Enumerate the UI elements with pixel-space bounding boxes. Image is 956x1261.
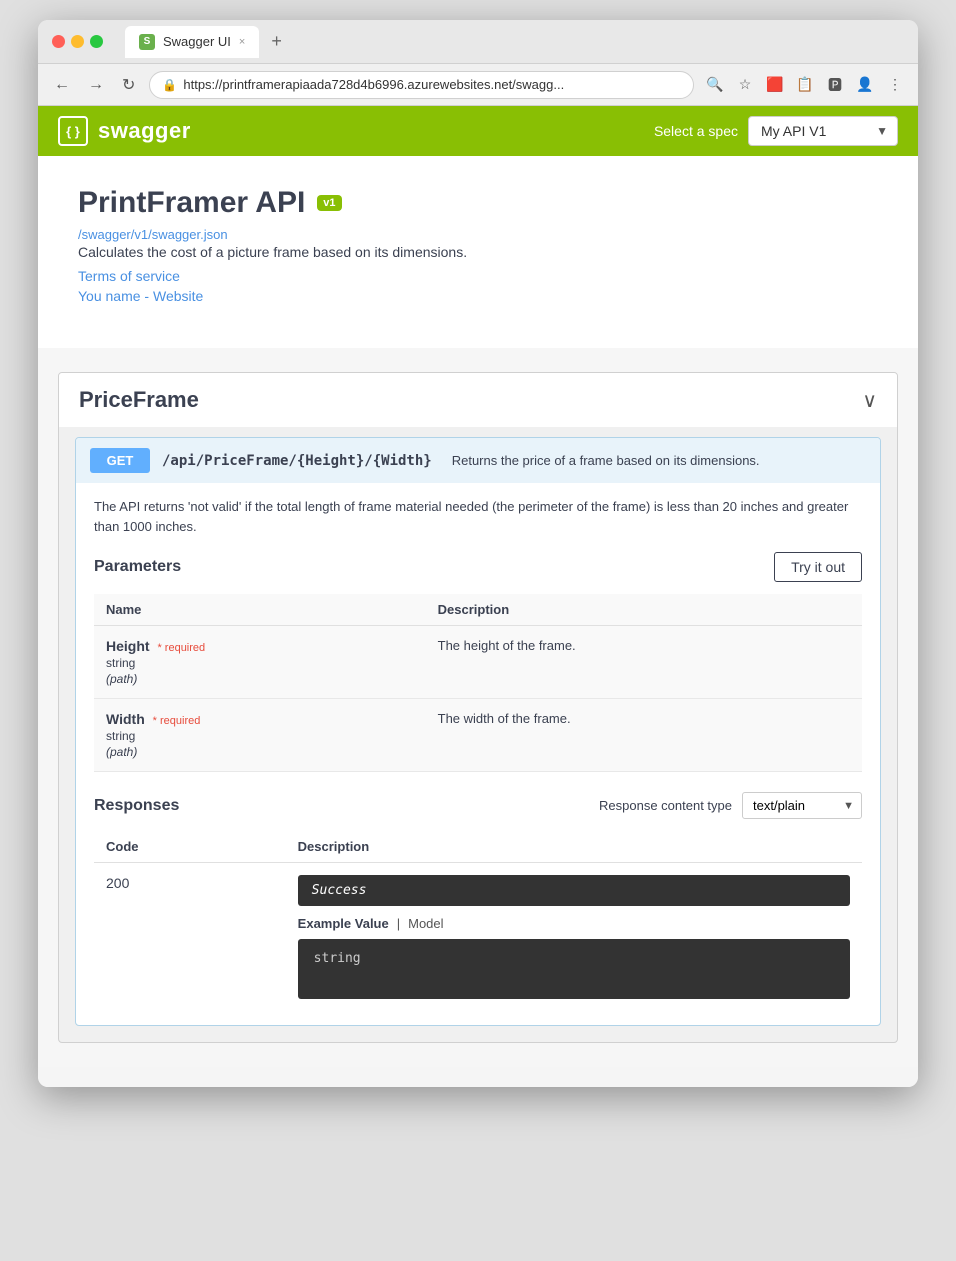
table-row: Height * required string (path) The heig… [94, 626, 862, 699]
example-value-label: Example Value [298, 916, 389, 931]
success-badge: Success [298, 875, 850, 906]
priceframe-section: PriceFrame ∨ GET /api/PriceFrame/{Height… [58, 372, 898, 1043]
you-name-website-link[interactable]: You name - Website [78, 288, 878, 304]
response-content-type-select[interactable]: text/plain [742, 792, 862, 819]
lock-icon: 🔒 [162, 78, 177, 92]
new-tab-button[interactable]: + [265, 31, 288, 52]
response-code: 200 [106, 875, 129, 891]
api-version-badge: v1 [317, 195, 341, 211]
endpoint-description: The API returns 'not valid' if the total… [94, 497, 862, 536]
params-table: Name Description Height * required strin… [94, 594, 862, 772]
section-title: PriceFrame [79, 387, 199, 413]
endpoint-body: The API returns 'not valid' if the total… [76, 483, 880, 1025]
swagger-logo: { } swagger [58, 116, 191, 146]
swagger-logo-text: swagger [98, 118, 191, 144]
endpoint-path: /api/PriceFrame/{Height}/{Width} [162, 453, 432, 469]
param-width-type: string [106, 729, 414, 743]
responses-col-desc: Description [286, 831, 862, 863]
star-icon[interactable]: ☆ [734, 74, 756, 96]
params-title: Parameters [94, 558, 181, 576]
spec-dropdown-wrapper: My API V1 ▼ [748, 116, 898, 146]
address-bar: ← → ↻ 🔒 https://printframerapiaada728d4b… [38, 64, 918, 106]
address-input[interactable]: 🔒 https://printframerapiaada728d4b6996.a… [149, 71, 694, 99]
active-tab[interactable]: S Swagger UI × [125, 26, 259, 58]
example-value-row: Example Value | Model [298, 916, 850, 931]
response-code-cell: 200 [94, 863, 286, 1012]
swagger-logo-icon: { } [58, 116, 88, 146]
rct-label: Response content type [599, 798, 732, 813]
reload-button[interactable]: ↻ [118, 73, 139, 97]
extension-icon-3[interactable]: 🅿 [824, 74, 846, 96]
table-row: 200 Success Example Value | Model string [94, 863, 862, 1012]
bottom-spacer [38, 1067, 918, 1087]
example-value-box: string [298, 939, 850, 999]
param-width-required: * required [153, 715, 201, 727]
endpoint-container: GET /api/PriceFrame/{Height}/{Width} Ret… [75, 437, 881, 1026]
params-col-name: Name [94, 594, 426, 626]
close-button[interactable] [52, 35, 65, 48]
minimize-button[interactable] [71, 35, 84, 48]
endpoint-header[interactable]: GET /api/PriceFrame/{Height}/{Width} Ret… [76, 438, 880, 483]
menu-icon[interactable]: ⋮ [884, 74, 906, 96]
back-button[interactable]: ← [50, 74, 74, 96]
api-url-link[interactable]: /swagger/v1/swagger.json [78, 227, 228, 242]
extension-icon-1[interactable]: 🟥 [764, 74, 786, 96]
param-width-location: (path) [106, 745, 414, 759]
params-col-desc: Description [426, 594, 862, 626]
api-title-row: PrintFramer API v1 [78, 186, 878, 220]
response-desc-cell: Success Example Value | Model string [286, 863, 862, 1012]
param-width-desc: The width of the frame. [426, 699, 862, 772]
param-height-type: string [106, 656, 414, 670]
endpoint-summary: Returns the price of a frame based on it… [452, 453, 760, 468]
extension-icon-2[interactable]: 📋 [794, 74, 816, 96]
spec-dropdown[interactable]: My API V1 [748, 116, 898, 146]
responses-col-code: Code [94, 831, 286, 863]
responses-header: Responses Response content type text/pla… [94, 792, 862, 819]
params-header: Parameters Try it out [94, 552, 862, 582]
responses-table: Code Description 200 Success [94, 831, 862, 1011]
terms-of-service-link[interactable]: Terms of service [78, 268, 878, 284]
tab-favicon: S [139, 34, 155, 50]
tab-area: S Swagger UI × + [125, 26, 288, 58]
select-spec-label: Select a spec [654, 123, 738, 139]
section-header[interactable]: PriceFrame ∨ [59, 373, 897, 427]
param-height-name: Height [106, 638, 153, 654]
title-bar: S Swagger UI × + [38, 20, 918, 64]
spec-selector: Select a spec My API V1 ▼ [654, 116, 898, 146]
response-content-type-area: Response content type text/plain ▼ [599, 792, 862, 819]
api-description: Calculates the cost of a picture frame b… [78, 244, 878, 260]
tab-label: Swagger UI [163, 34, 231, 49]
swagger-header: { } swagger Select a spec My API V1 ▼ [38, 106, 918, 156]
table-row: Width * required string (path) The width… [94, 699, 862, 772]
method-badge: GET [90, 448, 150, 473]
try-it-button[interactable]: Try it out [774, 552, 862, 582]
api-title: PrintFramer API [78, 186, 305, 220]
maximize-button[interactable] [90, 35, 103, 48]
param-width-cell: Width * required string (path) [94, 699, 426, 772]
param-height-required: * required [157, 642, 205, 654]
param-height-cell: Height * required string (path) [94, 626, 426, 699]
param-height-desc: The height of the frame. [426, 626, 862, 699]
traffic-lights [52, 35, 103, 48]
param-width-name: Width [106, 711, 149, 727]
model-label: Model [408, 916, 443, 931]
tab-close-button[interactable]: × [239, 36, 245, 48]
address-text: https://printframerapiaada728d4b6996.azu… [183, 77, 681, 92]
param-height-location: (path) [106, 672, 414, 686]
main-content: PrintFramer API v1 /swagger/v1/swagger.j… [38, 156, 918, 348]
search-icon[interactable]: 🔍 [704, 74, 726, 96]
responses-title: Responses [94, 797, 179, 815]
chevron-down-icon: ∨ [862, 388, 877, 413]
browser-toolbar: 🔍 ☆ 🟥 📋 🅿 👤 ⋮ [704, 74, 906, 96]
rct-wrapper: text/plain ▼ [742, 792, 862, 819]
browser-window: S Swagger UI × + ← → ↻ 🔒 https://printfr… [38, 20, 918, 1087]
account-icon[interactable]: 👤 [854, 74, 876, 96]
forward-button[interactable]: → [84, 74, 108, 96]
